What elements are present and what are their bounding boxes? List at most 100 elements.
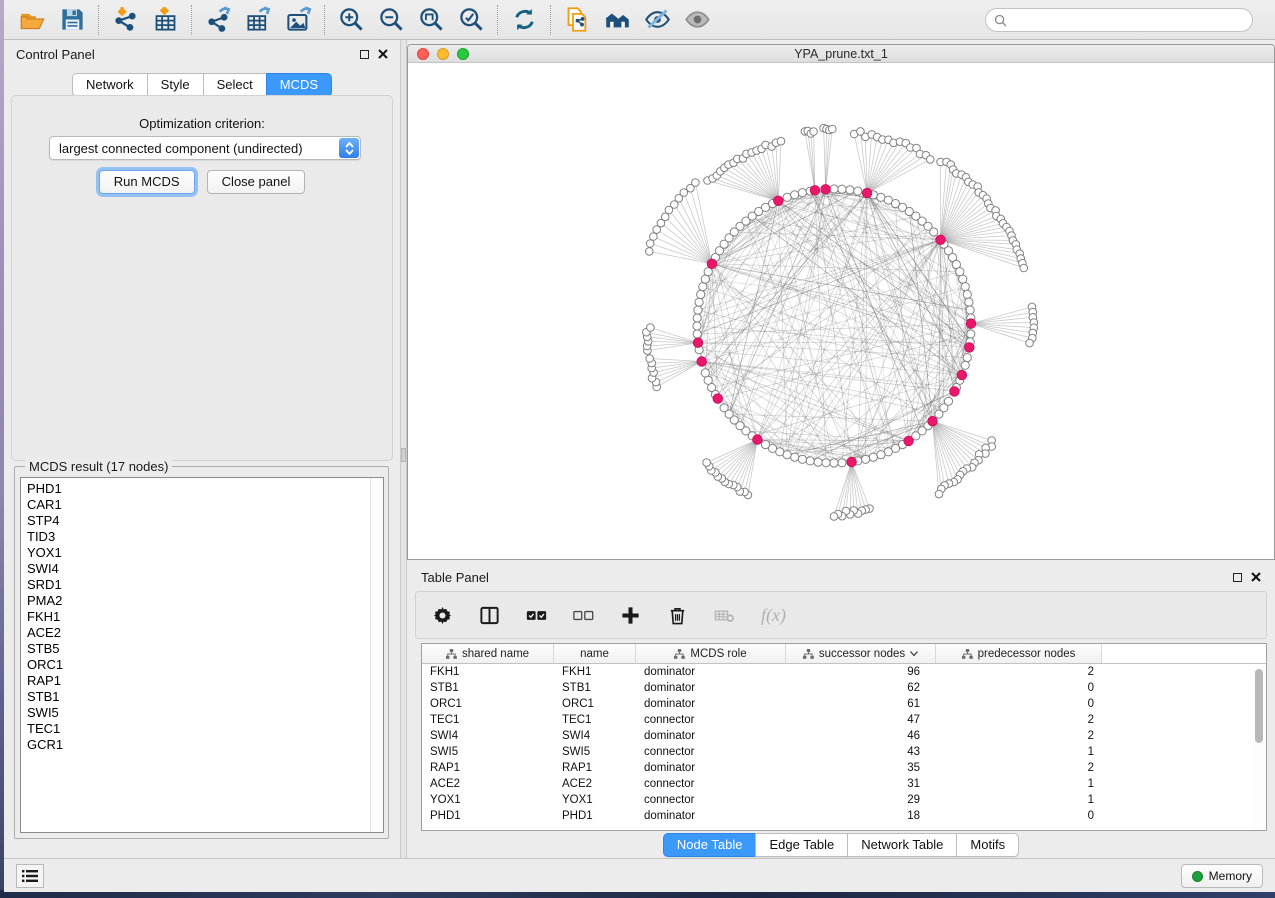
network-hub-node[interactable] (928, 416, 938, 426)
network-hub-node[interactable] (904, 436, 914, 446)
close-panel-icon[interactable] (378, 49, 388, 59)
float-panel-icon[interactable] (360, 50, 369, 59)
network-hub-node[interactable] (821, 185, 831, 195)
network-hub-node[interactable] (697, 357, 707, 367)
show-all-icon[interactable] (677, 3, 717, 37)
export-image-icon[interactable] (278, 3, 318, 37)
memory-button[interactable]: Memory (1181, 864, 1263, 888)
zoom-fit-icon[interactable] (411, 3, 451, 37)
network-hub-node[interactable] (957, 370, 967, 380)
network-leaf-node[interactable] (646, 355, 654, 363)
table-scrollbar[interactable] (1253, 665, 1265, 830)
hide-selected-icon[interactable] (637, 3, 677, 37)
network-node[interactable] (693, 322, 701, 330)
network-node[interactable] (930, 228, 938, 236)
network-node[interactable] (822, 459, 830, 467)
search-field[interactable] (985, 8, 1253, 32)
tab-mcds[interactable]: MCDS (266, 73, 332, 97)
refresh-icon[interactable] (504, 3, 544, 37)
network-hub-node[interactable] (966, 319, 976, 329)
tab-select[interactable]: Select (203, 73, 267, 97)
network-node[interactable] (935, 410, 943, 418)
close-table-panel-icon[interactable] (1251, 572, 1261, 582)
mcds-result-item[interactable]: SWI5 (27, 705, 383, 721)
column-header-MCDS-role[interactable]: MCDS role (636, 644, 786, 663)
zoom-in-icon[interactable] (331, 3, 371, 37)
mcds-result-item[interactable]: TID3 (27, 529, 383, 545)
mcds-result-item[interactable]: YOX1 (27, 545, 383, 561)
network-leaf-node[interactable] (647, 324, 655, 332)
mcds-result-item[interactable]: TEC1 (27, 721, 383, 737)
zoom-selected-icon[interactable] (451, 3, 491, 37)
table-row[interactable]: PHD1PHD1dominator180 (422, 808, 1266, 824)
table-scrollbar-thumb[interactable] (1255, 669, 1263, 743)
mcds-result-list[interactable]: PHD1CAR1STP4TID3YOX1SWI4SRD1PMA2FKH1ACE2… (20, 477, 384, 833)
network-leaf-node[interactable] (829, 125, 837, 133)
network-node[interactable] (838, 459, 846, 467)
network-hub-node[interactable] (950, 387, 960, 397)
network-node[interactable] (798, 189, 806, 197)
network-node[interactable] (761, 441, 769, 449)
network-node[interactable] (862, 455, 870, 463)
network-leaf-node[interactable] (703, 459, 711, 467)
delete-column-trash-icon[interactable] (667, 605, 688, 626)
splitter-grip[interactable] (401, 448, 406, 462)
network-leaf-node[interactable] (810, 128, 818, 136)
network-leaf-node[interactable] (692, 179, 700, 187)
network-leaf-node[interactable] (1020, 264, 1028, 272)
network-hub-node[interactable] (774, 196, 784, 206)
network-node[interactable] (961, 361, 969, 369)
network-hub-node[interactable] (810, 186, 820, 196)
network-hub-node[interactable] (707, 259, 717, 269)
select-all-rows-icon[interactable] (526, 605, 547, 626)
network-hub-node[interactable] (847, 457, 857, 467)
network-node[interactable] (701, 369, 709, 377)
deselect-all-rows-icon[interactable] (573, 605, 594, 626)
import-network-icon[interactable] (105, 3, 145, 37)
table-row[interactable]: RAP1RAP1dominator352 (422, 760, 1266, 776)
network-hub-node[interactable] (693, 338, 703, 348)
mcds-result-item[interactable]: STP4 (27, 513, 383, 529)
network-node[interactable] (854, 187, 862, 195)
zoom-out-icon[interactable] (371, 3, 411, 37)
network-node[interactable] (830, 459, 838, 467)
network-hub-node[interactable] (965, 343, 975, 353)
network-node[interactable] (806, 457, 814, 465)
save-session-icon[interactable] (52, 3, 92, 37)
table-row[interactable]: SWI4SWI4dominator462 (422, 728, 1266, 744)
network-leaf-node[interactable] (777, 137, 785, 145)
table-row[interactable]: FKH1FKH1dominator962 (422, 664, 1266, 680)
mcds-result-item[interactable]: PMA2 (27, 593, 383, 609)
table-row[interactable]: YOX1YOX1connector291 (422, 792, 1266, 808)
network-node[interactable] (814, 458, 822, 466)
column-header-shared-name[interactable]: shared name (422, 644, 554, 663)
network-node[interactable] (720, 404, 728, 412)
network-leaf-node[interactable] (935, 490, 943, 498)
network-hub-node[interactable] (862, 188, 872, 198)
mcds-result-item[interactable]: SRD1 (27, 577, 383, 593)
network-node[interactable] (791, 191, 799, 199)
mcds-result-item[interactable]: PHD1 (27, 481, 383, 497)
tab-edge-table[interactable]: Edge Table (755, 833, 848, 857)
network-window-titlebar[interactable]: YPA_prune.txt_1 (408, 45, 1274, 63)
create-column-plus-icon[interactable] (620, 605, 641, 626)
table-row[interactable]: TEC1TEC1connector472 (422, 712, 1266, 728)
network-node[interactable] (965, 298, 973, 306)
mcds-result-item[interactable]: STB5 (27, 641, 383, 657)
network-node[interactable] (846, 186, 854, 194)
first-neighbors-icon[interactable] (597, 3, 637, 37)
network-node[interactable] (694, 306, 702, 314)
mcds-result-item[interactable]: ACE2 (27, 625, 383, 641)
network-hub-node[interactable] (713, 394, 723, 404)
mcds-result-item[interactable]: SWI4 (27, 561, 383, 577)
export-table-icon[interactable] (238, 3, 278, 37)
network-node[interactable] (838, 185, 846, 193)
network-node[interactable] (966, 306, 974, 314)
tab-style[interactable]: Style (147, 73, 204, 97)
column-header-predecessor-nodes[interactable]: predecessor nodes (936, 644, 1102, 663)
network-hub-node[interactable] (753, 435, 763, 445)
network-leaf-node[interactable] (926, 156, 934, 164)
tab-motifs[interactable]: Motifs (956, 833, 1019, 857)
tab-network[interactable]: Network (72, 73, 148, 97)
export-network-icon[interactable] (198, 3, 238, 37)
